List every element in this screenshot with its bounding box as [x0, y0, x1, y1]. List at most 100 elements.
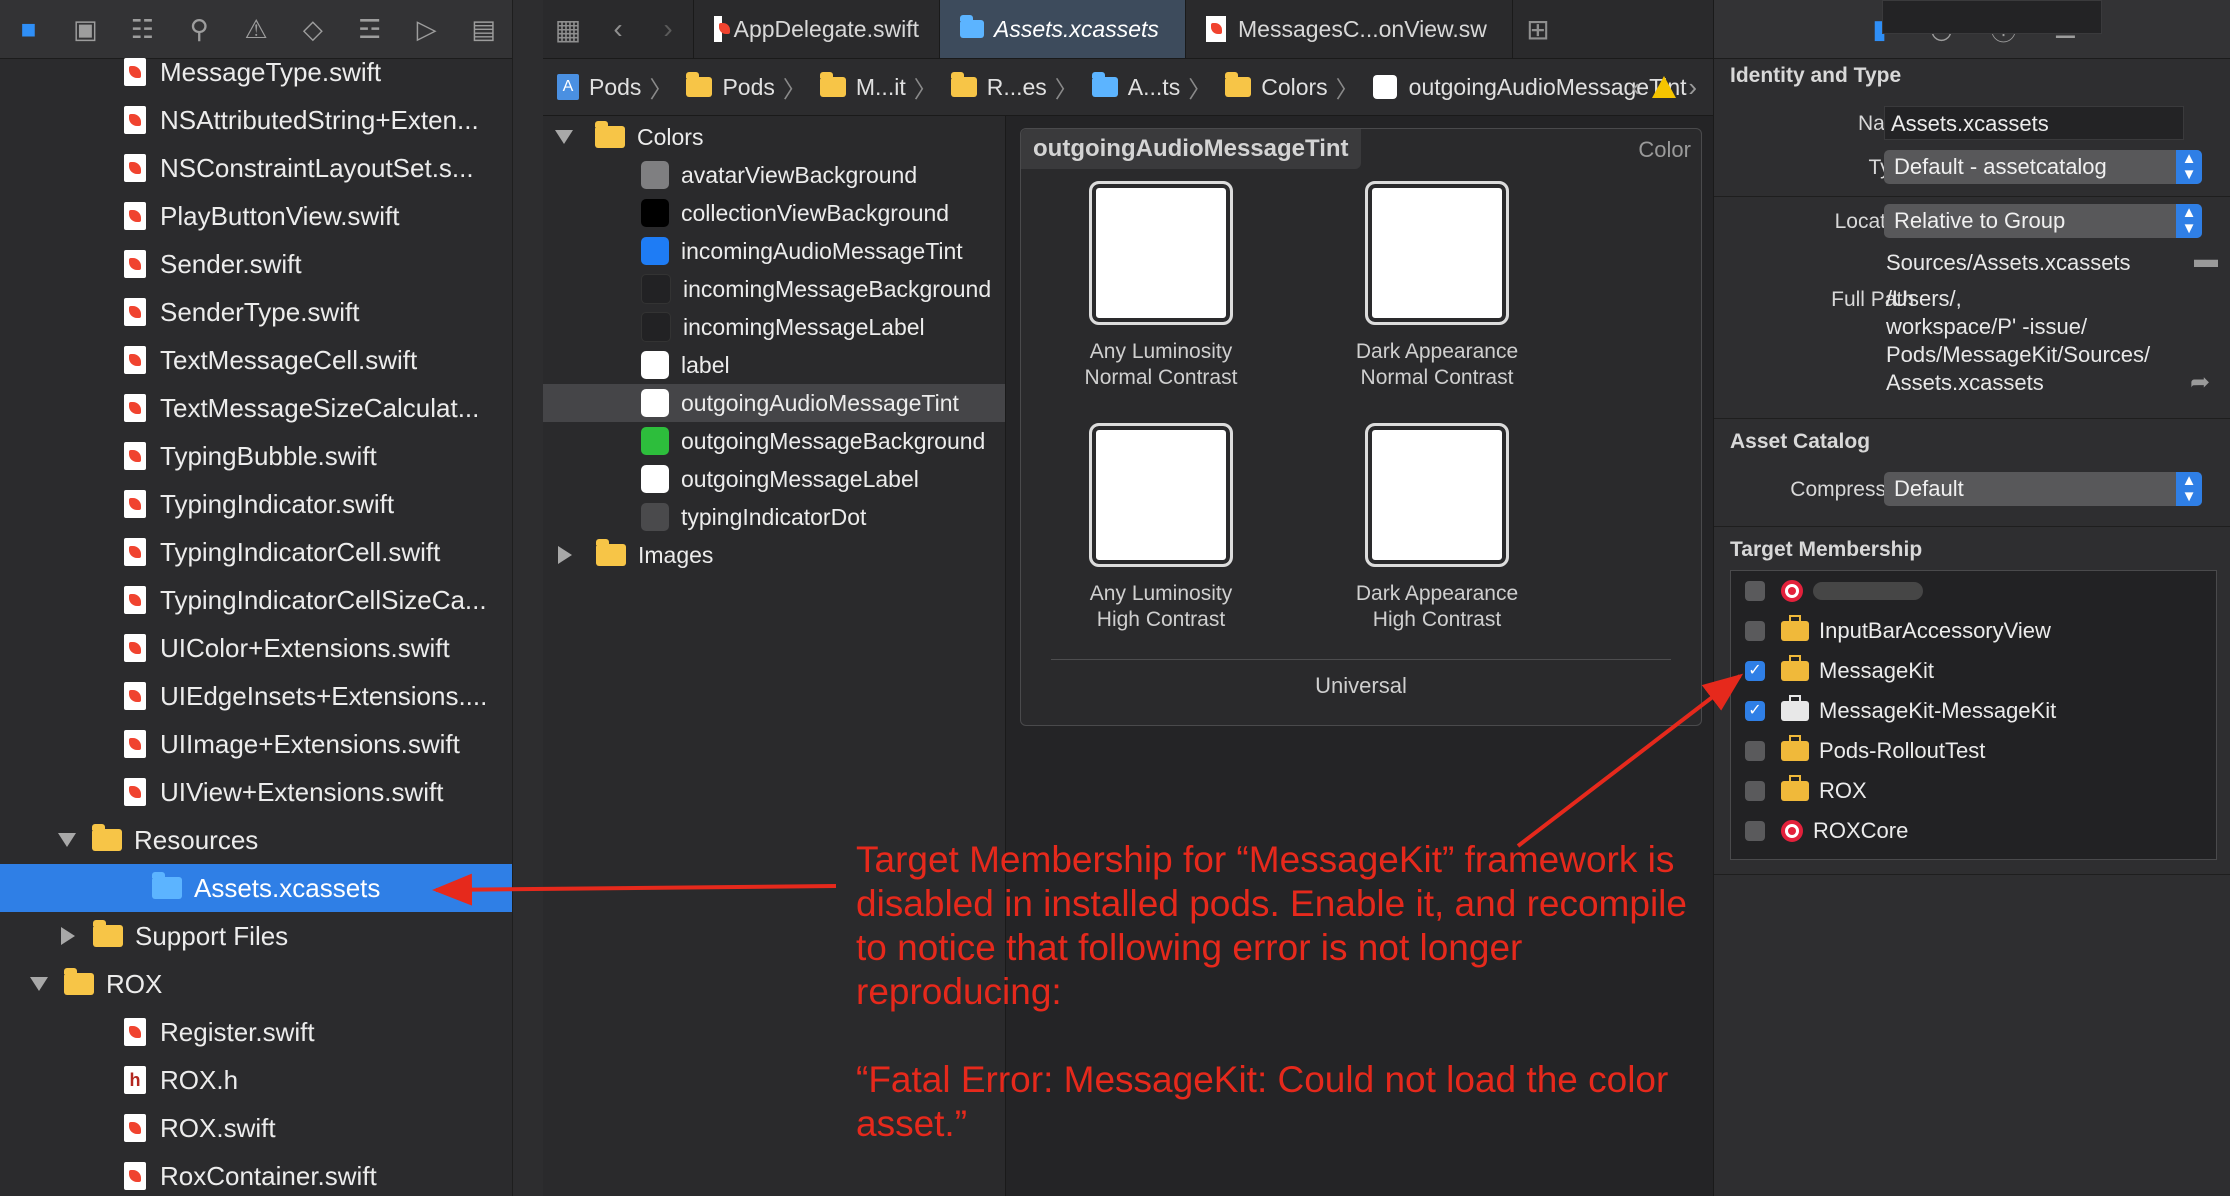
source-control-icon[interactable]: ▣	[57, 0, 114, 58]
tree-item-label: RoxContainer.swift	[160, 1160, 377, 1191]
outline-colors-folder[interactable]: Colors	[543, 118, 1005, 156]
tree-item[interactable]: h ROX.h	[0, 1056, 512, 1104]
swift-file-icon	[124, 346, 146, 374]
color-well[interactable]	[1365, 181, 1509, 325]
color-swatch-icon	[641, 161, 669, 189]
related-items-icon[interactable]: ▦	[543, 0, 593, 58]
color-set-item[interactable]: incomingAudioMessageTint	[543, 232, 1005, 270]
breadcrumb-pods[interactable]: Pods 〉	[686, 70, 806, 104]
color-set-item[interactable]: typingIndicatorDot	[543, 498, 1005, 536]
tree-item-label: UIEdgeInsets+Extensions....	[160, 680, 488, 711]
target-checkbox[interactable]: ✓	[1745, 661, 1765, 681]
disclosure-closed-icon[interactable]	[61, 927, 75, 945]
previous-issue-chevron-icon[interactable]: ‹	[1632, 72, 1641, 103]
tab-appdelegate[interactable]: AppDelegate.swift	[693, 0, 939, 58]
color-well-any-high[interactable]: Any Luminosity High Contrast	[1061, 423, 1261, 633]
location-popup[interactable]: Relative to Group ▲ ▼	[1884, 204, 2202, 238]
color-well-dark-normal[interactable]: Dark Appearance Normal Contrast	[1337, 181, 1537, 391]
tree-item[interactable]: ROX	[0, 960, 512, 1008]
disclosure-open-icon[interactable]	[58, 833, 76, 847]
breadcrumb-messagekit[interactable]: M...it 〉	[819, 70, 937, 104]
target-checkbox[interactable]	[1745, 581, 1765, 601]
reveal-folder-icon[interactable]: ▬	[2194, 246, 2218, 274]
disclosure-open-icon[interactable]	[30, 977, 48, 991]
color-set-item[interactable]: outgoingAudioMessageTint	[543, 384, 1005, 422]
tree-item[interactable]: NSAttributedString+Exten...	[0, 96, 512, 144]
breadcrumb-resources[interactable]: R...es 〉	[950, 70, 1078, 104]
color-swatch-icon	[641, 312, 671, 342]
breadcrumb-assets[interactable]: A...ts 〉	[1091, 70, 1211, 104]
tree-item-label: SenderType.swift	[160, 296, 360, 327]
breadcrumb-project[interactable]: A Pods 〉	[557, 70, 672, 104]
tree-item[interactable]: SenderType.swift	[0, 288, 512, 336]
color-well-dark-high[interactable]: Dark Appearance High Contrast	[1337, 423, 1537, 633]
navigator-toolbar: ■ ▣ ☷ ⚲ ⚠ ◇ ☲ ▷ ▤	[0, 0, 512, 59]
tree-item[interactable]: NSConstraintLayoutSet.s...	[0, 144, 512, 192]
color-well-any-normal[interactable]: Any Luminosity Normal Contrast	[1061, 181, 1261, 391]
color-well[interactable]	[1089, 181, 1233, 325]
folder-icon[interactable]: ■	[0, 0, 57, 58]
find-icon[interactable]: ⚲	[171, 0, 228, 58]
target-checkbox[interactable]	[1745, 821, 1765, 841]
tree-item-label: MessageType.swift	[160, 58, 382, 87]
tab-messages-collection-view[interactable]: MessagesC...onView.sw	[1185, 0, 1512, 58]
symbol-icon[interactable]: ☷	[114, 0, 171, 58]
tree-item[interactable]: TypingBubble.swift	[0, 432, 512, 480]
name-field[interactable]: Assets.xcassets	[1884, 106, 2184, 140]
membership-section-title: Target Membership	[1730, 538, 1923, 561]
color-set-item[interactable]: outgoingMessageBackground	[543, 422, 1005, 460]
tree-item[interactable]: TextMessageSizeCalculat...	[0, 384, 512, 432]
tree-item[interactable]: TypingIndicatorCell.swift	[0, 528, 512, 576]
color-set-item[interactable]: collectionViewBackground	[543, 194, 1005, 232]
tree-item[interactable]: TypingIndicatorCellSizeCa...	[0, 576, 512, 624]
breadcrumb-colors[interactable]: Colors 〉	[1225, 70, 1359, 104]
color-well[interactable]	[1365, 423, 1509, 567]
tab-assets[interactable]: Assets.xcassets	[939, 0, 1185, 58]
tree-item[interactable]: Support Files	[0, 912, 512, 960]
compression-popup[interactable]: Default ▲ ▼	[1884, 472, 2202, 506]
tree-item[interactable]: MessageType.swift	[0, 58, 512, 96]
warning-icon[interactable]	[1652, 76, 1677, 98]
tree-item[interactable]: Register.swift	[0, 1008, 512, 1056]
tree-item[interactable]: TypingIndicator.swift	[0, 480, 512, 528]
tree-item[interactable]: UIColor+Extensions.swift	[0, 624, 512, 672]
tree-item[interactable]: UIImage+Extensions.swift	[0, 720, 512, 768]
breakpoint-icon[interactable]: ▷	[398, 0, 455, 58]
tree-item[interactable]: ROX.swift	[0, 1104, 512, 1152]
target-row: Pods-RolloutTest	[1745, 731, 1985, 771]
test-icon[interactable]: ◇	[284, 0, 341, 58]
color-set-item[interactable]: label	[543, 346, 1005, 384]
target-checkbox[interactable]: ✓	[1745, 701, 1765, 721]
add-editor-icon[interactable]: ⊞	[1512, 0, 1563, 58]
disclosure-open-icon[interactable]	[555, 130, 573, 144]
tree-item[interactable]: UIEdgeInsets+Extensions....	[0, 672, 512, 720]
target-checkbox[interactable]	[1745, 781, 1765, 801]
swift-file-icon	[124, 298, 146, 326]
outline-images-folder[interactable]: Images	[543, 536, 1005, 574]
tree-item[interactable]: Assets.xcassets	[0, 864, 512, 912]
location-path: Sources/Assets.xcassets	[1886, 250, 2131, 275]
target-checkbox[interactable]	[1745, 621, 1765, 641]
tree-item[interactable]: UIView+Extensions.swift	[0, 768, 512, 816]
report-icon[interactable]: ▤	[455, 0, 512, 58]
tree-item[interactable]: Sender.swift	[0, 240, 512, 288]
color-set-item[interactable]: incomingMessageBackground	[543, 270, 1005, 308]
next-issue-chevron-icon[interactable]: ›	[1688, 72, 1697, 103]
reveal-arrow-icon[interactable]: ➦	[2190, 368, 2210, 397]
type-popup[interactable]: Default - assetcatalog ▲ ▼	[1884, 150, 2202, 184]
tree-item[interactable]: PlayButtonView.swift	[0, 192, 512, 240]
color-set-item[interactable]: avatarViewBackground	[543, 156, 1005, 194]
disclosure-closed-icon[interactable]	[558, 546, 572, 564]
color-set-item[interactable]: outgoingMessageLabel	[543, 460, 1005, 498]
issue-icon[interactable]: ⚠	[228, 0, 285, 58]
navigator-scrollbar[interactable]	[512, 0, 543, 1196]
color-set-item[interactable]: incomingMessageLabel	[543, 308, 1005, 346]
color-well[interactable]	[1089, 423, 1233, 567]
forward-chevron-icon[interactable]: ›	[643, 0, 693, 58]
debug-icon[interactable]: ☲	[341, 0, 398, 58]
target-checkbox[interactable]	[1745, 741, 1765, 761]
back-chevron-icon[interactable]: ‹	[593, 0, 643, 58]
tree-item[interactable]: TextMessageCell.swift	[0, 336, 512, 384]
tree-item[interactable]: Resources	[0, 816, 512, 864]
tree-item[interactable]: RoxContainer.swift	[0, 1152, 512, 1196]
